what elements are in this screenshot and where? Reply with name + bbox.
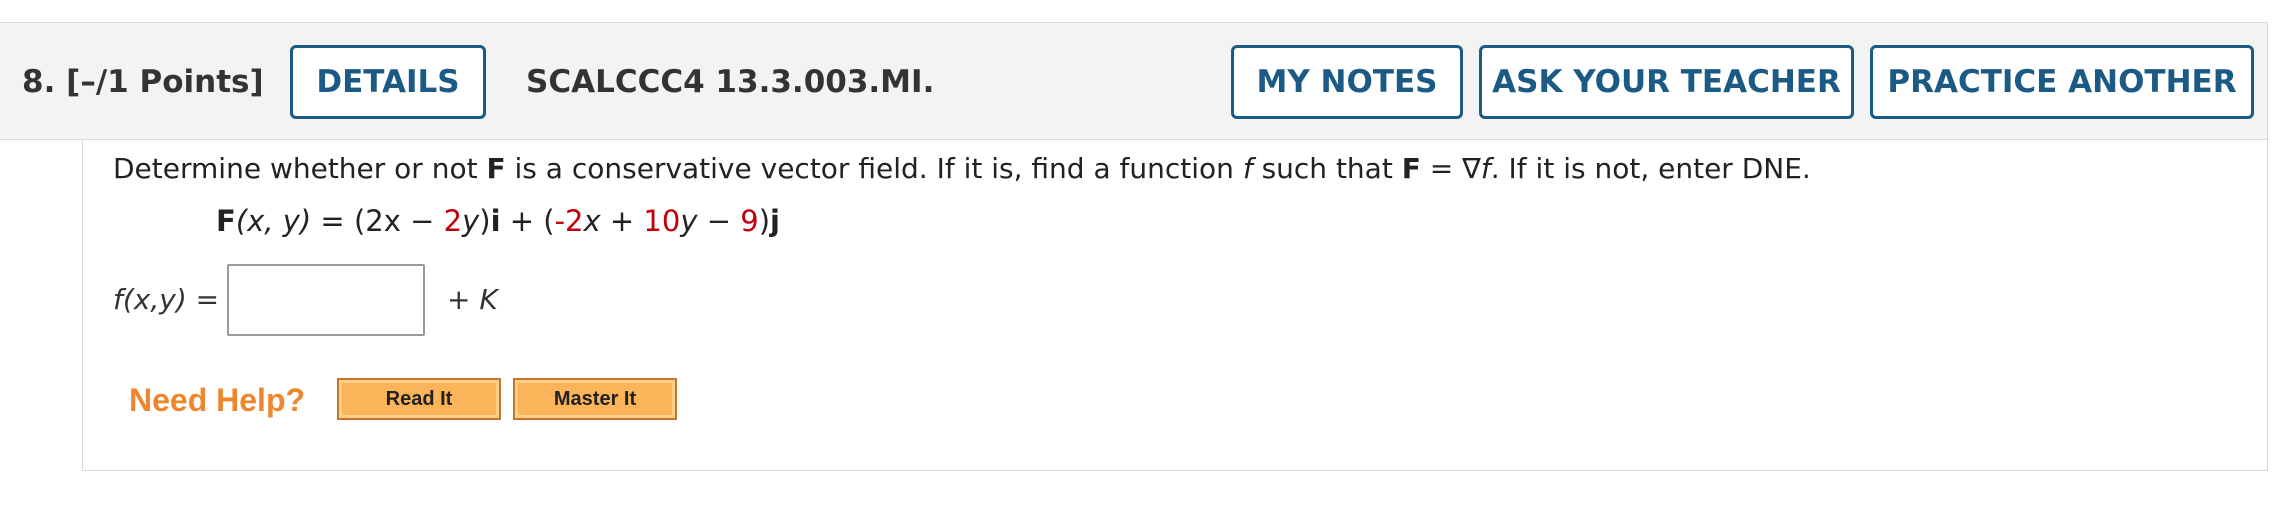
question-number-text: 8. [22, 64, 56, 100]
formula-variable: x [583, 204, 601, 238]
formula-coefficient: 10 [643, 204, 681, 238]
details-button[interactable]: DETAILS [290, 45, 486, 119]
question-header: 8. [–/1 Points] DETAILS SCALCCC4 13.3.00… [0, 22, 2268, 140]
formula-F: F [216, 204, 236, 238]
my-notes-button[interactable]: MY NOTES [1231, 45, 1463, 119]
constant-suffix: + K [447, 283, 498, 316]
formula-coefficient: 2 [443, 204, 463, 238]
prompt-text: Determine whether or not [113, 152, 487, 185]
formula-text: + ( [500, 204, 555, 238]
prompt-text: . If it is not, enter DNE. [1490, 152, 1811, 185]
vector-field-formula: F(x, y) = (2x − 2y)i + (-2x + 10y − 9)j [216, 204, 780, 238]
prompt-function-f: f [1480, 152, 1491, 185]
master-it-button[interactable]: Master It [513, 378, 677, 420]
formula-variable: y [680, 204, 698, 238]
read-it-button[interactable]: Read It [337, 378, 501, 420]
answer-input[interactable] [227, 264, 425, 336]
question-code: SCALCCC4 13.3.003.MI. [526, 64, 935, 100]
answer-label: f(x,y) = [113, 283, 220, 316]
formula-text: ) [758, 204, 771, 238]
prompt-text: = ∇ [1420, 152, 1481, 185]
prompt-function-f: f [1242, 152, 1253, 185]
question-body: Determine whether or not F is a conserva… [82, 140, 2268, 471]
formula-coefficient: -2 [554, 204, 584, 238]
prompt-vector-F: F [486, 152, 506, 185]
formula-variable: y [462, 204, 480, 238]
need-help-label: Need Help? [129, 382, 306, 418]
prompt-text: such that [1252, 152, 1402, 185]
formula-text: − [697, 204, 741, 238]
formula-unit-i: i [490, 204, 501, 238]
question-number: 8. [–/1 Points] [22, 23, 264, 141]
prompt-vector-F: F [1401, 152, 1421, 185]
practice-another-button[interactable]: PRACTICE ANOTHER [1870, 45, 2254, 119]
prompt-text: is a conservative vector field. If it is… [505, 152, 1243, 185]
formula-args: (x, y) [235, 204, 312, 238]
ask-your-teacher-button[interactable]: ASK YOUR TEACHER [1479, 45, 1854, 119]
question-prompt: Determine whether or not F is a conserva… [113, 152, 1811, 185]
formula-text: ) [479, 204, 491, 238]
formula-text: + [600, 204, 644, 238]
formula-text: = (2x − [311, 204, 444, 238]
question-points: [–/1 Points] [66, 64, 264, 100]
formula-coefficient: 9 [740, 204, 759, 238]
formula-unit-j: j [770, 204, 780, 238]
